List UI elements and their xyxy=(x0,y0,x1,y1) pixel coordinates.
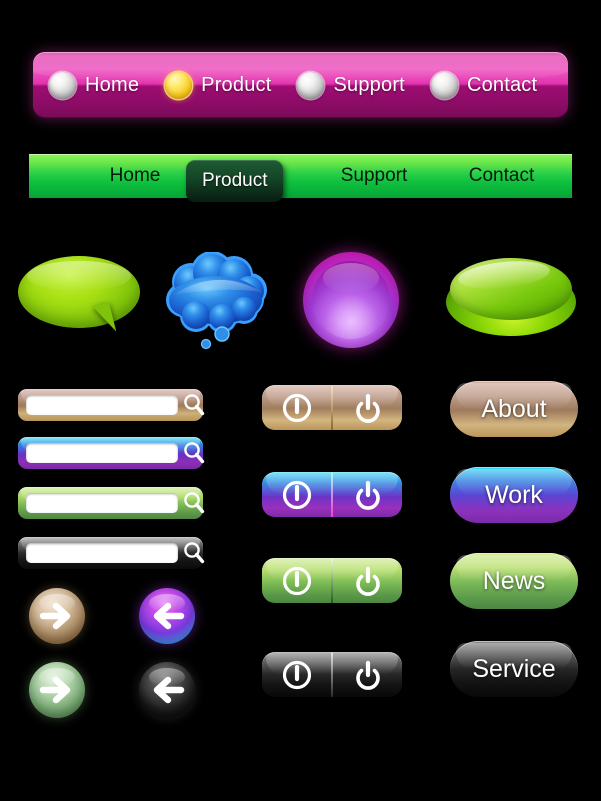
search-icon[interactable] xyxy=(180,440,208,466)
glossy-disc-icon xyxy=(446,258,576,336)
search-icon[interactable] xyxy=(180,392,208,418)
pill-label: Service xyxy=(472,655,555,684)
search-input[interactable] xyxy=(26,443,178,463)
power-icon xyxy=(351,391,385,425)
power-on-off-icon xyxy=(280,658,314,692)
search-icon[interactable] xyxy=(180,540,208,566)
green-nav-item-product[interactable]: Product xyxy=(186,160,283,202)
power-icon xyxy=(351,658,385,692)
pill-button-service[interactable]: Service xyxy=(450,641,578,697)
arrow-left-icon xyxy=(139,588,195,644)
power-on-off-button[interactable] xyxy=(262,472,331,517)
power-on-off-icon xyxy=(280,478,314,512)
arrow-right-icon xyxy=(29,588,85,644)
pink-nav-item-product[interactable]: Product xyxy=(165,72,271,99)
pill-button-news[interactable]: News xyxy=(450,553,578,609)
green-nav-item-contact[interactable]: Contact xyxy=(434,154,569,198)
arrow-left-button-purple[interactable] xyxy=(139,588,195,644)
power-on-off-icon xyxy=(280,564,314,598)
search-bar-blue[interactable] xyxy=(18,437,203,469)
pink-nav-label: Home xyxy=(85,74,139,97)
power-pair-green xyxy=(262,558,402,603)
green-nav-item-support[interactable]: Support xyxy=(304,154,444,198)
circle-bullet-active-icon xyxy=(165,72,192,99)
arrow-left-icon xyxy=(139,662,195,718)
pink-navigation-bar: Home Product Support Contact xyxy=(33,52,568,118)
power-on-off-button[interactable] xyxy=(262,652,331,697)
green-navigation-bar: Home Product Support Contact xyxy=(29,154,572,198)
power-button[interactable] xyxy=(333,385,402,430)
glossy-orb-icon xyxy=(303,252,399,348)
power-icon xyxy=(351,478,385,512)
pink-nav-label: Product xyxy=(201,74,271,97)
power-pair-tan xyxy=(262,385,402,430)
circle-bullet-icon xyxy=(431,72,458,99)
speech-bubble-icon xyxy=(18,256,140,328)
search-input[interactable] xyxy=(26,493,178,513)
arrow-right-button-tan[interactable] xyxy=(29,588,85,644)
ui-kit-canvas: Home Product Support Contact Home Produc… xyxy=(0,0,601,801)
pink-nav-label: Support xyxy=(333,74,404,97)
pink-nav-item-contact[interactable]: Contact xyxy=(431,72,537,99)
arrow-right-button-green[interactable] xyxy=(29,662,85,718)
pink-nav-item-home[interactable]: Home xyxy=(49,72,139,99)
circle-bullet-icon xyxy=(297,72,324,99)
pill-button-work[interactable]: Work xyxy=(450,467,578,523)
green-nav-item-home[interactable]: Home xyxy=(75,154,195,198)
pill-button-about[interactable]: About xyxy=(450,381,578,437)
search-icon[interactable] xyxy=(180,490,208,516)
pink-nav-item-support[interactable]: Support xyxy=(297,72,404,99)
power-pair-black xyxy=(262,652,402,697)
power-on-off-button[interactable] xyxy=(262,385,331,430)
pill-label: News xyxy=(483,567,546,596)
search-bar-green[interactable] xyxy=(18,487,203,519)
power-icon xyxy=(351,564,385,598)
pill-label: About xyxy=(481,395,546,424)
power-on-off-button[interactable] xyxy=(262,558,331,603)
power-pair-blue xyxy=(262,472,402,517)
search-bar-black[interactable] xyxy=(18,537,203,569)
power-button[interactable] xyxy=(333,472,402,517)
search-input[interactable] xyxy=(26,395,178,415)
pill-label: Work xyxy=(485,481,543,510)
thought-cloud-icon xyxy=(160,252,275,350)
power-on-off-icon xyxy=(280,391,314,425)
power-button[interactable] xyxy=(333,558,402,603)
power-button[interactable] xyxy=(333,652,402,697)
arrow-left-button-black[interactable] xyxy=(139,662,195,718)
search-bar-tan[interactable] xyxy=(18,389,203,421)
pink-nav-label: Contact xyxy=(467,74,537,97)
arrow-right-icon xyxy=(29,662,85,718)
circle-bullet-icon xyxy=(49,72,76,99)
search-input[interactable] xyxy=(26,543,178,563)
